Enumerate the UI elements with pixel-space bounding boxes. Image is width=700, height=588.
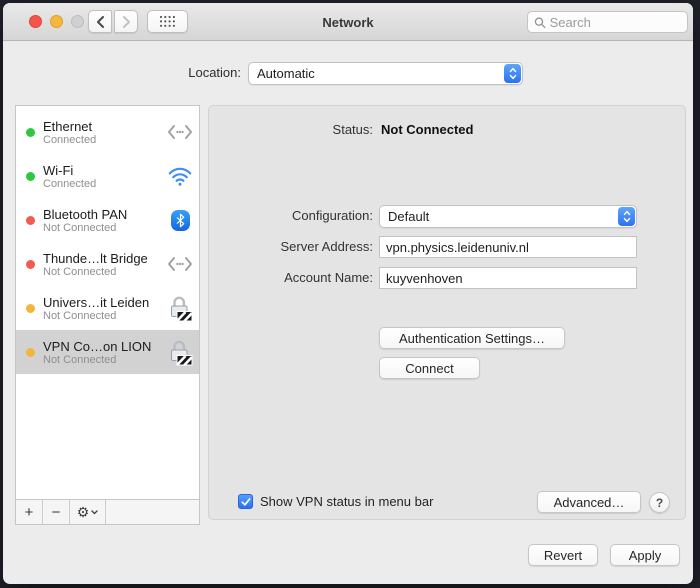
service-text: Thunde…lt Bridge Not Connected bbox=[43, 251, 157, 278]
status-dot-red bbox=[26, 216, 35, 225]
wifi-icon bbox=[165, 167, 195, 186]
sidebar-item-ethernet[interactable]: Ethernet Connected bbox=[16, 110, 199, 154]
plus-icon: + bbox=[25, 504, 34, 521]
vpn-lock-icon bbox=[165, 295, 195, 322]
service-action-menu-button[interactable]: ⚙ bbox=[70, 500, 106, 524]
service-status: Not Connected bbox=[43, 266, 157, 278]
status-value: Not Connected bbox=[381, 119, 473, 141]
configuration-value: Default bbox=[388, 209, 429, 224]
service-detail-panel: Status: Not Connected Configuration: Def… bbox=[208, 105, 686, 520]
status-dot-red bbox=[26, 260, 35, 269]
service-status: Connected bbox=[43, 178, 157, 190]
chevron-down-icon bbox=[91, 510, 98, 515]
configuration-label: Configuration: bbox=[209, 205, 373, 227]
ethernet-icon bbox=[165, 124, 195, 140]
location-label: Location: bbox=[103, 62, 241, 84]
remove-service-button[interactable]: − bbox=[43, 500, 70, 524]
service-text: Wi-Fi Connected bbox=[43, 163, 157, 190]
gear-icon: ⚙ bbox=[77, 504, 90, 521]
connect-button[interactable]: Connect bbox=[379, 357, 480, 379]
service-name: Wi-Fi bbox=[43, 163, 157, 178]
apply-button[interactable]: Apply bbox=[610, 544, 680, 566]
service-text: Bluetooth PAN Not Connected bbox=[43, 207, 157, 234]
service-name: Thunde…lt Bridge bbox=[43, 251, 157, 266]
help-button[interactable]: ? bbox=[649, 492, 670, 513]
vpn-lock-icon bbox=[165, 339, 195, 366]
title-bar: Network bbox=[3, 3, 693, 41]
sidebar-item-bluetooth-pan[interactable]: Bluetooth PAN Not Connected bbox=[16, 198, 199, 242]
add-service-button[interactable]: + bbox=[16, 500, 43, 524]
service-name: Ethernet bbox=[43, 119, 157, 134]
service-text: Ethernet Connected bbox=[43, 119, 157, 146]
status-dot-yellow bbox=[26, 348, 35, 357]
sidebar-item-vpn-lion[interactable]: VPN Co…on LION Not Connected bbox=[16, 330, 199, 374]
ethernet-icon bbox=[165, 256, 195, 272]
services-list: Ethernet Connected Wi-Fi Connected bbox=[16, 106, 199, 499]
sidebar-toolbar: + − ⚙ bbox=[16, 499, 199, 524]
authentication-settings-button[interactable]: Authentication Settings… bbox=[379, 327, 565, 349]
service-status: Connected bbox=[43, 134, 157, 146]
minus-icon: − bbox=[52, 504, 61, 521]
search-icon bbox=[534, 16, 546, 29]
network-preferences-window: Network Location: Automatic Ethernet Con… bbox=[3, 3, 693, 584]
bluetooth-icon bbox=[165, 210, 195, 231]
show-vpn-status-checkbox[interactable] bbox=[238, 494, 253, 509]
location-popup[interactable]: Automatic bbox=[248, 62, 523, 85]
services-sidebar: Ethernet Connected Wi-Fi Connected bbox=[15, 105, 200, 525]
service-name: Bluetooth PAN bbox=[43, 207, 157, 222]
service-name: VPN Co…on LION bbox=[43, 339, 157, 354]
status-dot-green bbox=[26, 172, 35, 181]
sidebar-item-universiteit-leiden[interactable]: Univers…it Leiden Not Connected bbox=[16, 286, 199, 330]
sidebar-item-thunderbolt-bridge[interactable]: Thunde…lt Bridge Not Connected bbox=[16, 242, 199, 286]
status-label: Status: bbox=[209, 119, 373, 141]
popup-stepper-icon bbox=[618, 207, 635, 226]
service-name: Univers…it Leiden bbox=[43, 295, 157, 310]
service-status: Not Connected bbox=[43, 310, 157, 322]
checkmark-icon bbox=[241, 497, 251, 507]
server-address-label: Server Address: bbox=[209, 236, 373, 258]
service-text: VPN Co…on LION Not Connected bbox=[43, 339, 157, 366]
service-status: Not Connected bbox=[43, 222, 157, 234]
revert-button[interactable]: Revert bbox=[528, 544, 598, 566]
status-dot-green bbox=[26, 128, 35, 137]
service-status: Not Connected bbox=[43, 354, 157, 366]
server-address-field[interactable] bbox=[379, 236, 637, 258]
account-name-label: Account Name: bbox=[209, 267, 373, 289]
status-dot-yellow bbox=[26, 304, 35, 313]
question-mark-icon: ? bbox=[656, 496, 663, 510]
advanced-button[interactable]: Advanced… bbox=[537, 491, 641, 513]
configuration-popup[interactable]: Default bbox=[379, 205, 637, 228]
sidebar-item-wifi[interactable]: Wi-Fi Connected bbox=[16, 154, 199, 198]
location-value: Automatic bbox=[257, 66, 315, 81]
show-vpn-status-label: Show VPN status in menu bar bbox=[260, 492, 433, 512]
search-field[interactable] bbox=[527, 11, 688, 33]
search-input[interactable] bbox=[550, 15, 681, 30]
account-name-field[interactable] bbox=[379, 267, 637, 289]
popup-stepper-icon bbox=[504, 64, 521, 83]
service-text: Univers…it Leiden Not Connected bbox=[43, 295, 157, 322]
